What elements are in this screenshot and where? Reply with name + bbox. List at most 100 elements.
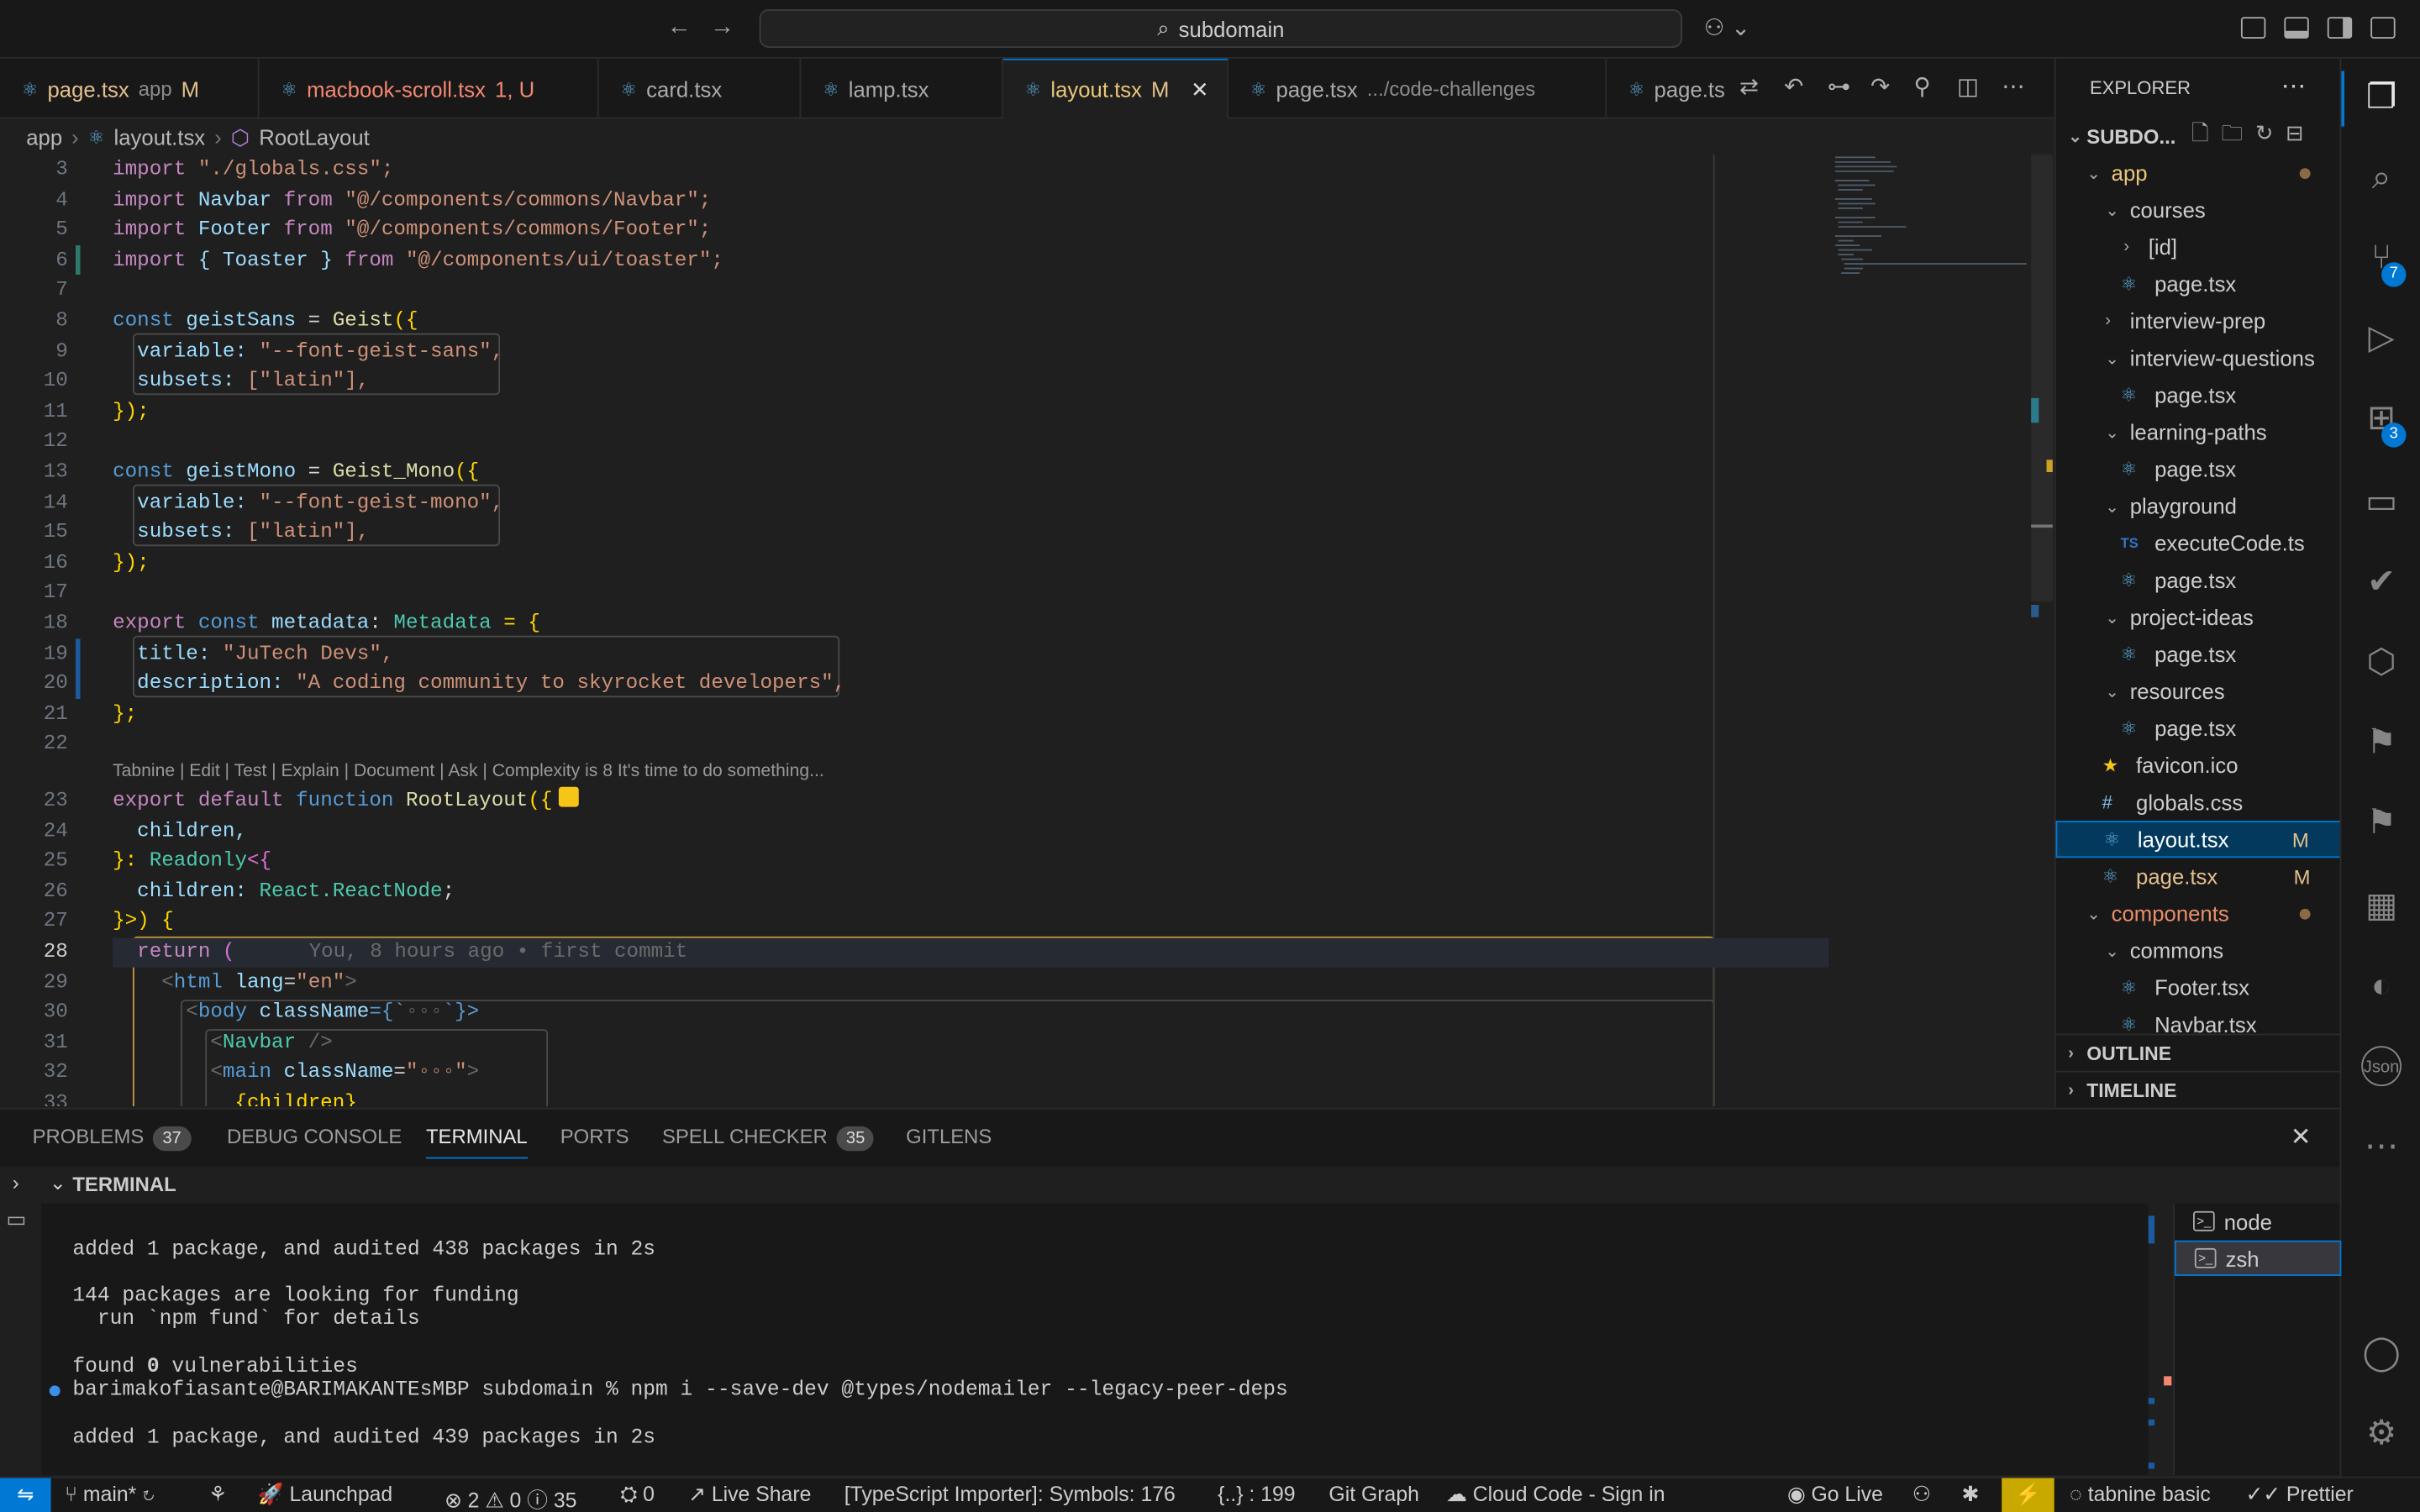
tab-ports[interactable]: PORTS — [560, 1125, 629, 1148]
command-decoration-icon[interactable] — [49, 1385, 60, 1397]
tree-item[interactable]: ⚛ page.tsx — [2056, 710, 2340, 747]
ports-status[interactable]: ⛭ 0 — [620, 1483, 655, 1507]
more-views-icon[interactable]: ⋯ — [2361, 1126, 2402, 1167]
tree-item[interactable]: ⌄ resources — [2056, 673, 2340, 710]
branch-status[interactable]: ⑂ main* ↻ — [65, 1483, 155, 1506]
tab-layout[interactable]: ⚛ layout.tsx M ✕ — [1002, 58, 1229, 119]
cloud-code-status[interactable]: ☁ Cloud Code - Sign in — [1446, 1483, 1665, 1507]
arrow-right-icon[interactable]: → — [710, 14, 734, 42]
terminal-zsh[interactable]: >_ zsh — [2174, 1240, 2342, 1276]
breadcrumb-file[interactable]: layout.tsx — [114, 125, 206, 150]
command-center-search[interactable]: ⌕ subdomain — [759, 9, 1683, 48]
git-changes-icon[interactable]: ⚘ — [208, 1483, 227, 1507]
terminal-output[interactable]: added 1 package, and audited 438 package… — [41, 1203, 2172, 1475]
tree-item[interactable]: › interview-prep — [2056, 302, 2340, 339]
tab-gitlens[interactable]: GITLENS — [906, 1125, 992, 1148]
close-panel-icon[interactable]: ✕ — [2291, 1121, 2312, 1152]
split-editor-icon[interactable]: ◫ — [1957, 72, 1979, 100]
search-icon[interactable]: ⌕ — [2361, 157, 2402, 197]
more-actions-icon[interactable]: ⋯ — [2281, 71, 2306, 102]
tree-item[interactable]: ⚛ page.tsx M — [2056, 858, 2340, 895]
tree-item[interactable]: ⌄ project-ideas — [2056, 599, 2340, 636]
prettier-status[interactable]: ✓✓ Prettier — [2245, 1483, 2353, 1507]
remote-explorer-icon[interactable]: ▭ — [2361, 481, 2402, 522]
more-actions-icon[interactable]: ⋯ — [2002, 72, 2025, 100]
code-editor[interactable]: 3 import "./globals.css"; 4 import Navbar … — [0, 154, 2054, 1106]
terminal-node[interactable]: >_ node — [2175, 1204, 2341, 1239]
gitlens-icon[interactable]: ⚲ — [1914, 72, 1931, 100]
lightbulb-icon[interactable] — [558, 786, 579, 807]
toggle-secondary-sidebar-icon[interactable] — [2327, 17, 2353, 39]
tab-lamp[interactable]: ⚛ lamp.tsx — [801, 58, 1003, 119]
close-icon[interactable]: ✕ — [1191, 76, 1209, 102]
tree-item[interactable]: ⌄ learning-paths — [2056, 413, 2340, 450]
tree-item[interactable]: ⚛ page.tsx — [2056, 376, 2340, 413]
gitlens-icon[interactable]: ⬡ — [2361, 642, 2402, 682]
tree-item[interactable]: › [id] — [2056, 228, 2340, 265]
ts-importer-status[interactable]: [TypeScript Importer]: Symbols: 176 — [844, 1483, 1176, 1506]
tabnine-icon[interactable]: ⚑ — [2361, 722, 2402, 763]
tree-item[interactable]: ⚛ page.tsx — [2056, 562, 2340, 599]
tree-item[interactable]: ★ favicon.ico — [2056, 747, 2340, 784]
tree-item[interactable]: ⚛ page.tsx — [2056, 265, 2340, 302]
arrow-left-icon[interactable]: ← — [666, 14, 691, 42]
tree-item[interactable]: ⚛ Footer.tsx — [2056, 969, 2340, 1005]
tabnine-status[interactable]: ◌ tabnine basic — [2070, 1483, 2211, 1506]
files-icon[interactable]: ❐ — [2361, 77, 2402, 118]
compare-icon[interactable]: ⇄ — [1739, 72, 1759, 100]
tabnine-warning-icon[interactable]: ⚡ — [2002, 1478, 2054, 1512]
notifications-icon[interactable]: ✱ — [1961, 1483, 1979, 1507]
problems-status[interactable]: ⊗ 2 ⚠ 0 ⓘ 35 — [445, 1483, 577, 1512]
tab-problems[interactable]: PROBLEMS 37 — [33, 1125, 191, 1152]
tree-item[interactable]: ⌄ components — [2056, 895, 2340, 932]
breadcrumb-symbol[interactable]: RootLayout — [259, 125, 370, 150]
gear-icon[interactable]: ⚙ — [2361, 1413, 2402, 1453]
tabnine-codelens[interactable]: Tabnine | Edit | Test | Explain | Docume… — [113, 762, 824, 780]
docker-icon[interactable]: ▦ — [2361, 885, 2402, 926]
timeline-section[interactable]: › TIMELINE — [2055, 1070, 2340, 1108]
tree-item[interactable]: ⌄ commons — [2056, 932, 2340, 969]
git-graph-status[interactable]: Git Graph — [1328, 1483, 1419, 1506]
json-icon[interactable]: Json — [2361, 1046, 2402, 1087]
edge-tools-icon[interactable]: ◐ — [2361, 966, 2402, 1006]
chevron-right-icon[interactable]: › — [13, 1171, 19, 1194]
tab-terminal[interactable]: TERMINAL — [425, 1125, 528, 1159]
testing-icon[interactable]: ✔ — [2361, 562, 2402, 602]
chevron-down-icon[interactable]: ⌄ — [50, 1171, 66, 1195]
breadcrumb-folder[interactable]: app — [26, 125, 62, 150]
tree-item[interactable]: ⚛ page.tsx — [2056, 636, 2340, 673]
outline-section[interactable]: › OUTLINE — [2055, 1033, 2340, 1071]
tab-card[interactable]: ⚛ card.tsx — [599, 58, 802, 119]
comment-icon[interactable]: ▭ — [6, 1206, 26, 1232]
tree-item[interactable]: TS executeCode.ts — [2056, 524, 2340, 561]
copilot-status-icon[interactable]: ⚇ — [1912, 1483, 1931, 1507]
workspace-root[interactable]: ⌄ SUBDO... 🗋🗀↻⊟ — [2056, 118, 2340, 155]
tree-item[interactable]: ⌄ playground — [2056, 487, 2340, 524]
tree-item[interactable]: # globals.css — [2056, 784, 2340, 821]
copilot-icon[interactable]: ⚇ ⌄ — [1704, 14, 1750, 42]
explorer-actions-icons[interactable]: 🗋🗀↻⊟ — [2191, 118, 2316, 155]
tab-page-ts[interactable]: ⚛ page.ts — [1607, 59, 1730, 119]
run-debug-icon[interactable]: ▷ — [2361, 318, 2402, 358]
go-live-status[interactable]: ◉ Go Live — [1787, 1483, 1883, 1507]
minimap[interactable] — [1829, 155, 2030, 293]
tab-spell-checker[interactable]: SPELL CHECKER 35 — [662, 1125, 875, 1152]
tree-item[interactable]: ⚛ page.tsx — [2056, 450, 2340, 487]
remote-indicator-icon[interactable]: ⇋ — [0, 1478, 51, 1512]
tab-debug-console[interactable]: DEBUG CONSOLE — [227, 1125, 402, 1148]
tree-item[interactable]: ⚛ layout.tsx M — [2055, 821, 2340, 858]
git-commit-icon[interactable]: ⊶ — [1828, 72, 1851, 100]
scrollbar-thumb[interactable] — [2031, 154, 2053, 602]
tabnine-chat-icon[interactable]: ⚑ — [2361, 802, 2402, 843]
launchpad-status[interactable]: 🚀 Launchpad — [258, 1483, 393, 1507]
account-icon[interactable]: ◯ — [2361, 1333, 2402, 1373]
git-back-icon[interactable]: ↶ — [1784, 72, 1803, 100]
tree-item[interactable]: ⌄ courses — [2056, 192, 2340, 228]
tree-item[interactable]: ⌄ interview-questions — [2056, 339, 2340, 376]
live-share-status[interactable]: ↗ Live Share — [688, 1483, 811, 1507]
json-symbols-status[interactable]: {..} : 199 — [1218, 1483, 1295, 1506]
tree-item[interactable]: ⌄ app — [2056, 155, 2340, 192]
toggle-panel-icon[interactable] — [2284, 17, 2309, 39]
tab-page-tsx-app[interactable]: ⚛ page.tsx app M — [0, 58, 260, 119]
git-forward-icon[interactable]: ↷ — [1870, 72, 1890, 100]
